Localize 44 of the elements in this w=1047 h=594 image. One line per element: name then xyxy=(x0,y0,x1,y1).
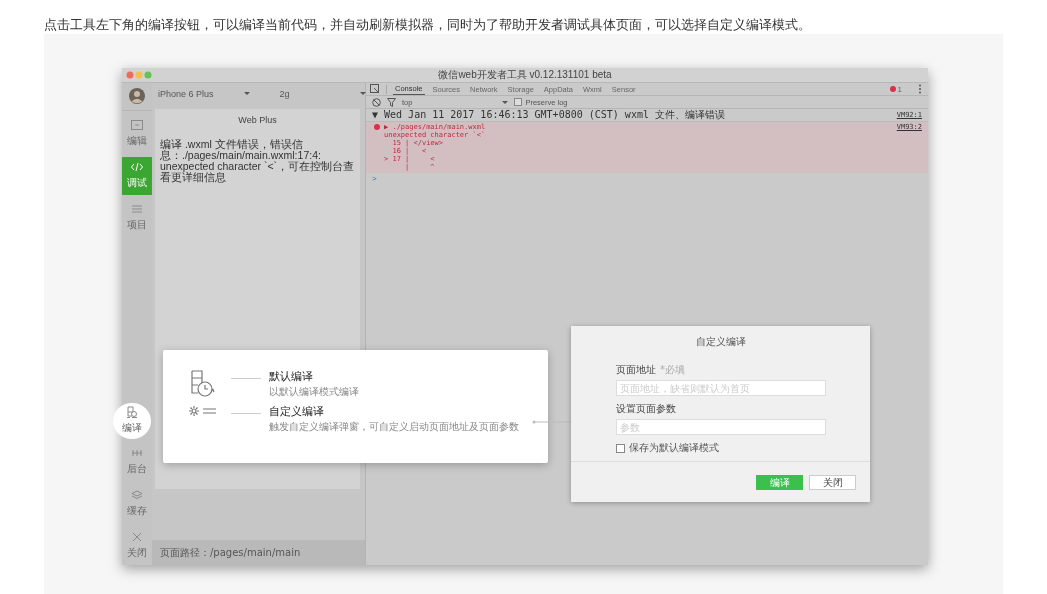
dialog-title: 自定义编译 xyxy=(694,335,747,349)
error-message: 编译 .wxml 文件错误，错误信息：./pages/main/main.wxml:17:4: unexpected character `<`，可在控制台查看更详细信息 xyxy=(160,139,355,184)
compile-icon xyxy=(125,406,139,419)
list-icon xyxy=(130,203,144,216)
leader-line xyxy=(231,378,261,379)
error-count: 1 xyxy=(889,84,902,94)
console-prompt[interactable]: > xyxy=(366,173,928,185)
field-label: 设置页面参数 xyxy=(616,402,676,416)
close-button[interactable]: 关闭 xyxy=(809,474,856,490)
required-hint: *必填 xyxy=(660,363,685,377)
clear-icon[interactable] xyxy=(372,97,381,107)
network-select[interactable]: 2g xyxy=(279,88,366,99)
option-description: 以默认编译模式编译 xyxy=(269,385,359,399)
filter-icon[interactable] xyxy=(387,97,396,107)
more-icon[interactable] xyxy=(918,84,922,94)
sidebar-item[interactable]: 缓存 xyxy=(122,484,152,523)
page-path: 页面路径：/pages/main/main xyxy=(160,545,301,560)
close-icon xyxy=(130,531,144,544)
leader-line xyxy=(231,413,261,414)
inspect-icon[interactable] xyxy=(370,84,380,94)
sidebar-item[interactable]: 关闭 xyxy=(122,526,152,565)
intro-paragraph: 点击工具左下角的编译按钮，可以编译当前代码，并自动刷新模拟器，同时为了帮助开发者调试具体页面，可以选择自定义编译模式。 xyxy=(43,16,812,34)
sidebar-item[interactable]: 调试 xyxy=(122,156,152,195)
sidebar-item[interactable]: 编译 xyxy=(113,402,151,439)
code-brackets-icon xyxy=(130,161,144,174)
log-group-header: ▼ Wed Jan 11 2017 16:46:13 GMT+0800 (CST) wxml 文件、编译错误 xyxy=(372,108,725,122)
window-title: 微信web开发者工具 v0.12.131101 beta xyxy=(438,68,612,82)
code-window-icon xyxy=(130,119,144,132)
sidebar-item[interactable]: 编辑 xyxy=(122,114,152,153)
option-title: 默认编译 xyxy=(269,370,314,384)
option-description: 触发自定义编译弹窗，可自定义启动页面地址及页面参数 xyxy=(269,420,519,434)
gear-list-icon xyxy=(189,405,217,417)
sidebar-item[interactable]: 后台 xyxy=(122,442,152,481)
device-select[interactable]: iPhone 6 Plus xyxy=(158,88,250,99)
sidebar-item[interactable]: 项目 xyxy=(122,198,152,237)
save-default-checkbox[interactable]: 保存为默认编译模式 xyxy=(616,441,826,455)
page-title: Web Plus xyxy=(237,115,278,125)
leader-line xyxy=(532,420,572,424)
option-title: 自定义编译 xyxy=(269,405,325,419)
compile-button[interactable]: 编译 xyxy=(756,474,803,490)
field-label: 页面地址 xyxy=(616,363,656,377)
layers-icon xyxy=(130,489,144,502)
compile-clock-icon xyxy=(190,370,216,398)
avatar-icon[interactable] xyxy=(129,88,145,105)
